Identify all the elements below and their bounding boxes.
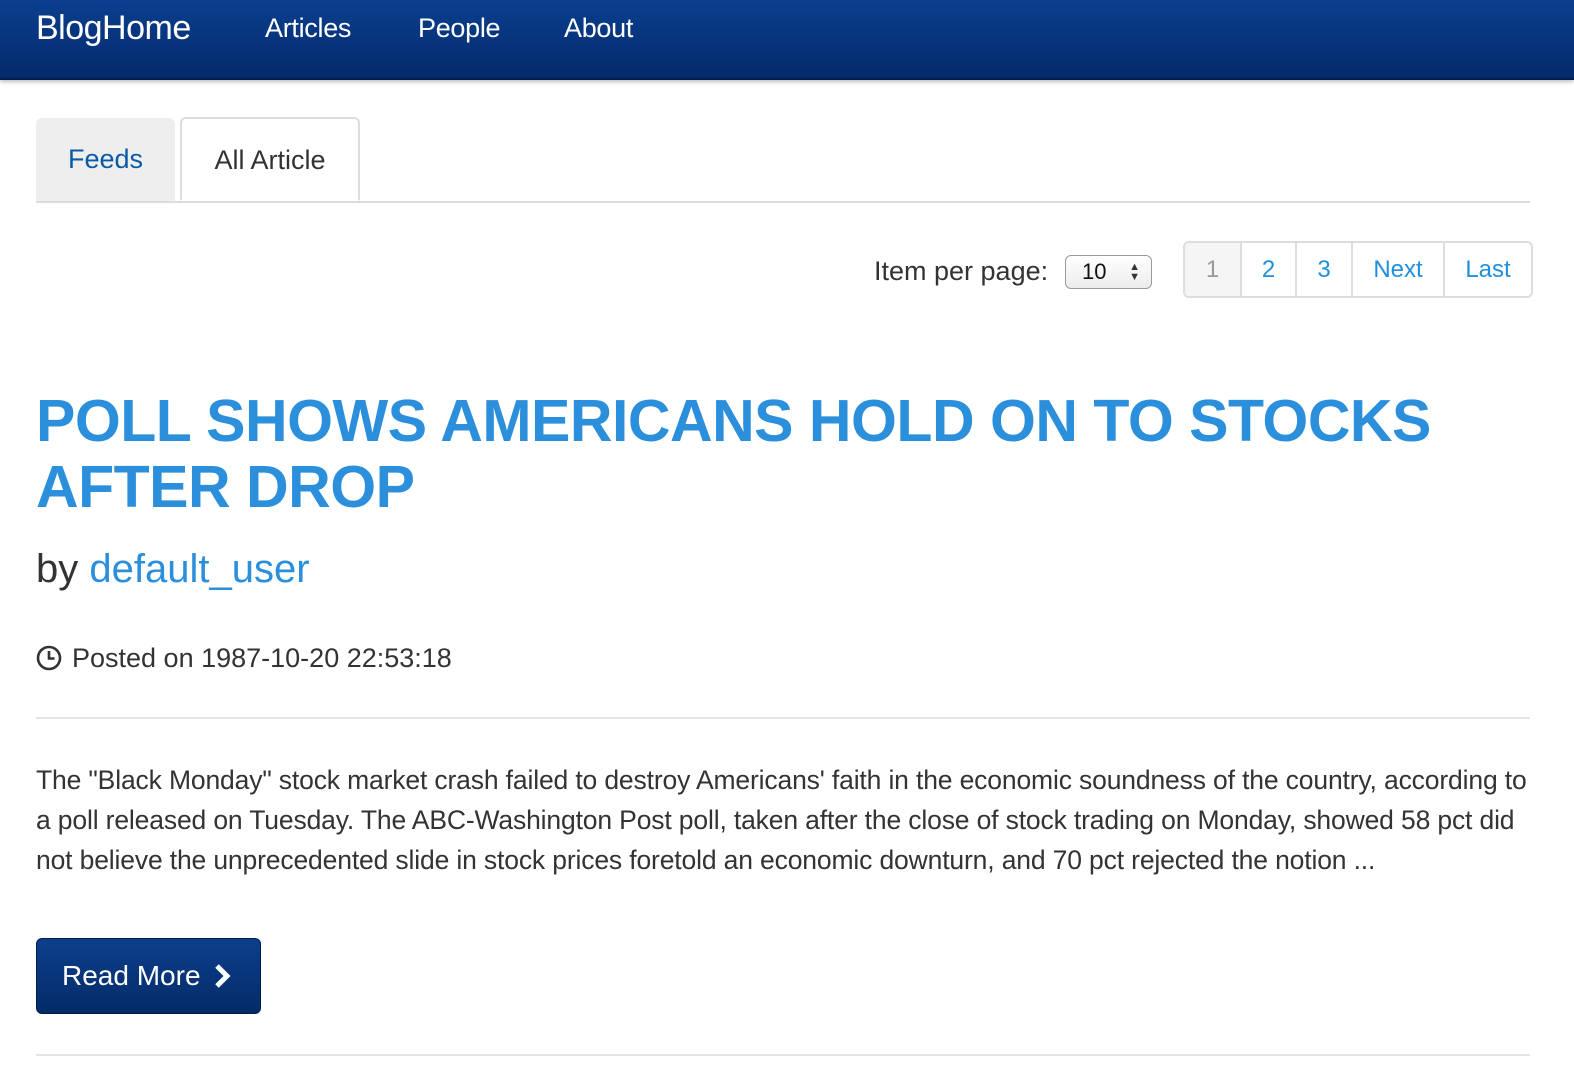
page-next-link[interactable]: Next <box>1351 243 1443 296</box>
items-per-page-label: Item per page: <box>874 256 1049 286</box>
author-link[interactable]: default_user <box>89 547 309 591</box>
read-more-button[interactable]: Read More <box>36 938 261 1014</box>
posted-date: Posted on 1987-10-20 22:53:18 <box>36 642 452 674</box>
read-more-label: Read More <box>62 960 201 991</box>
tab-all-article[interactable]: All Article <box>180 117 360 201</box>
page-1-link[interactable]: 1 <box>1185 243 1240 296</box>
article-byline: by default_user <box>36 545 310 593</box>
posted-date-text: Posted on 1987-10-20 22:53:18 <box>72 643 452 673</box>
article-tabs: Feeds All Article <box>36 117 1530 203</box>
article-summary: The "Black Monday" stock market crash fa… <box>36 765 1527 875</box>
items-per-page-value: 10 <box>1082 259 1107 284</box>
select-arrows-icon: ▲ ▼ <box>1129 261 1140 283</box>
clock-icon <box>36 645 62 671</box>
byline-prefix: by <box>36 547 79 591</box>
items-per-page-select[interactable]: 10 ▲ ▼ <box>1065 255 1152 289</box>
divider-bottom <box>36 1054 1530 1056</box>
nav-about[interactable]: About <box>564 12 633 44</box>
article-title[interactable]: POLL SHOWS AMERICANS HOLD ON TO STOCKS A… <box>36 388 1530 520</box>
nav-articles[interactable]: Articles <box>265 12 351 44</box>
brand-link[interactable]: BlogHome <box>36 8 191 48</box>
page-3-link[interactable]: 3 <box>1295 243 1351 296</box>
chevron-right-icon <box>214 964 231 988</box>
nav-people[interactable]: People <box>418 12 501 44</box>
page-2-link[interactable]: 2 <box>1240 243 1295 296</box>
top-navbar: BlogHome Articles People About <box>0 0 1574 80</box>
pagination: 1 2 3 Next Last <box>1183 241 1533 298</box>
tab-feeds[interactable]: Feeds <box>36 118 175 201</box>
divider-top <box>36 717 1530 719</box>
page-last-link[interactable]: Last <box>1443 243 1531 296</box>
